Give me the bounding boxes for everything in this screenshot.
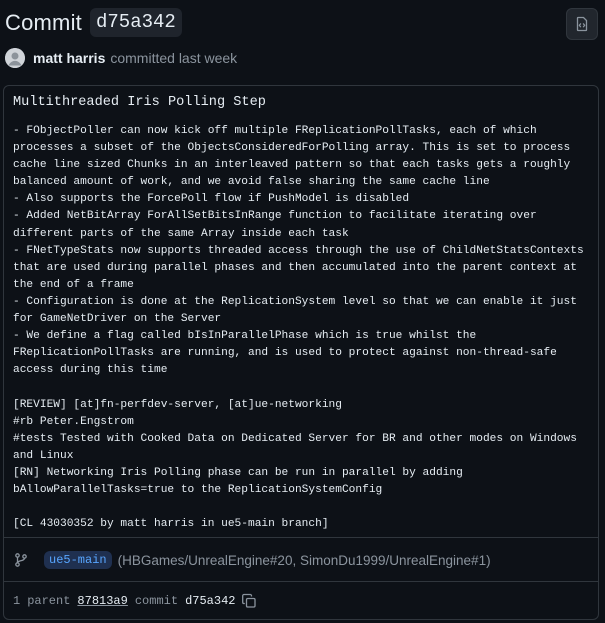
author-row: matt harris committed last week bbox=[5, 48, 237, 68]
parent-count: 1 bbox=[13, 594, 21, 608]
commit-label: commit bbox=[134, 594, 179, 608]
file-code-icon bbox=[574, 16, 590, 32]
avatar[interactable] bbox=[5, 48, 25, 68]
author-name[interactable]: matt harris bbox=[33, 50, 105, 66]
commit-header: Commit d75a342 bbox=[5, 8, 182, 37]
footer-row: 1 parent 87813a9 commit d75a342 bbox=[13, 593, 257, 609]
commit-title: Multithreaded Iris Polling Step bbox=[13, 95, 266, 110]
page-title: Commit bbox=[5, 9, 82, 35]
commit-footer: 1 parent 87813a9 commit d75a342 bbox=[4, 581, 598, 620]
branch-row: ue5-main (HBGames/UnrealEngine#20, Simon… bbox=[13, 551, 491, 569]
branch-references[interactable]: (HBGames/UnrealEngine#20, SimonDu1999/Un… bbox=[118, 553, 491, 568]
copy-icon[interactable] bbox=[241, 593, 257, 609]
commit-time: committed last week bbox=[110, 50, 238, 66]
git-branch-icon bbox=[13, 552, 29, 568]
parent-sha-link[interactable]: 87813a9 bbox=[77, 594, 127, 608]
branch-section: ue5-main (HBGames/UnrealEngine#20, Simon… bbox=[4, 537, 598, 581]
parent-label: parent bbox=[27, 594, 71, 608]
commit-sha-chip: d75a342 bbox=[89, 8, 182, 37]
browse-files-button[interactable] bbox=[566, 8, 598, 40]
commit-box: Multithreaded Iris Polling Step - FObjec… bbox=[3, 85, 599, 620]
branch-name-link[interactable]: ue5-main bbox=[44, 551, 112, 569]
commit-message-body: - FObjectPoller can now kick off multipl… bbox=[13, 125, 584, 531]
commit-sha: d75a342 bbox=[185, 594, 236, 608]
